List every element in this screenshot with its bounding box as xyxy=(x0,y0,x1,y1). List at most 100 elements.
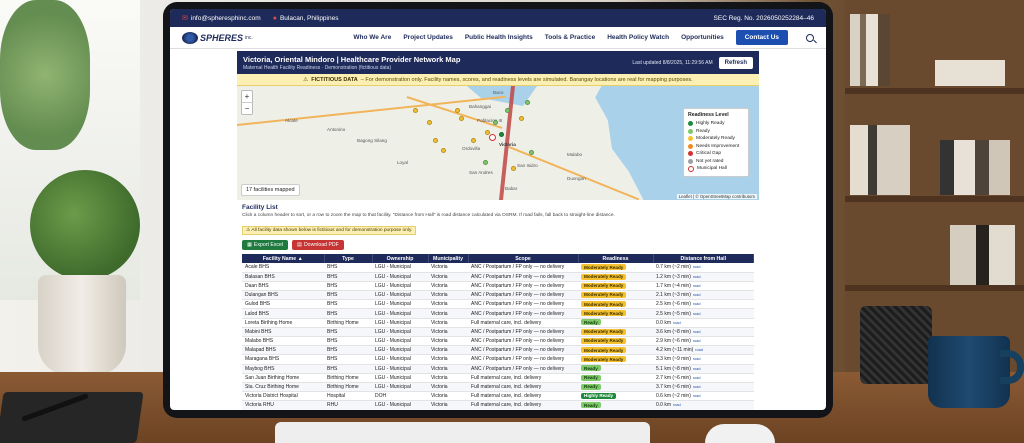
export-excel-button[interactable]: ▦ Export Excel xyxy=(242,240,289,250)
map-place-label: San Isidro xyxy=(517,163,538,168)
col-facility-name[interactable]: Facility Name ▲ xyxy=(242,254,325,263)
facility-marker[interactable] xyxy=(483,160,488,165)
road-tag: road xyxy=(692,283,701,288)
table-row[interactable]: Loreta Birthing Home Birthing Home LGU - M… xyxy=(242,318,754,328)
map-attribution[interactable]: Leaflet | © OpenStreetMap contributors xyxy=(676,194,757,199)
distance-cell: 2.7 km (~6 min) road xyxy=(653,373,754,383)
col-distance[interactable]: Distance from Hall xyxy=(653,254,754,263)
facility-marker[interactable] xyxy=(427,120,432,125)
table-row[interactable]: Victoria RHU RHU LGU - Municipal Victoria Fu… xyxy=(242,400,754,410)
fictitious-data-banner: ⚠ FICTITIOUS DATA – For demonstration on… xyxy=(237,74,759,86)
contact-us-button[interactable]: Contact Us xyxy=(735,30,788,45)
table-row[interactable]: Acale BHS BHS LGU - Municipal Victoria ANC /… xyxy=(242,263,754,273)
table-cell: Daan BHS xyxy=(242,281,324,292)
table-cell: ANC / Postpartum / FP only — no delivery xyxy=(468,272,578,282)
distance-value: 2.7 km (~6 min) xyxy=(656,374,691,381)
readiness-badge: Moderately Ready xyxy=(581,291,627,298)
nav-tools-practice[interactable]: Tools & Practice xyxy=(545,34,595,41)
table-cell: Hospital xyxy=(324,391,372,402)
facility-map[interactable]: + − Baco Bahanggai Alcate Antonino Pobla… xyxy=(237,86,759,200)
table-row[interactable]: Sta. Cruz Birthing Home Birthing Home LGU … xyxy=(242,382,754,393)
col-municipality[interactable]: Municipality xyxy=(428,254,469,263)
table-row[interactable]: Victoria District Hospital Hospital DOH Vic… xyxy=(242,391,754,402)
readiness-badge: Highly Ready xyxy=(581,392,617,399)
municipal-hall-marker[interactable] xyxy=(489,134,496,141)
facility-marker[interactable] xyxy=(441,148,446,153)
table-row[interactable]: Lalod BHS BHS LGU - Municipal Victoria ANC /… xyxy=(242,308,754,319)
facility-marker[interactable] xyxy=(499,132,504,137)
facility-marker[interactable] xyxy=(413,108,418,113)
table-row[interactable]: Mabini BHS BHS LGU - Municipal Victoria ANC … xyxy=(242,327,754,338)
nav-opportunities[interactable]: Opportunities xyxy=(681,34,724,41)
facility-marker[interactable] xyxy=(455,108,460,113)
map-place-label: Duongan xyxy=(567,176,586,181)
zoom-out-button[interactable]: − xyxy=(242,102,252,114)
shelf-board xyxy=(845,196,1024,202)
distance-value: 2.5 km (~6 min) xyxy=(656,301,691,308)
keyboard xyxy=(275,422,650,443)
facility-marker[interactable] xyxy=(493,120,498,125)
table-row[interactable]: Maybog BHS BHS LGU - Municipal Victoria ANC … xyxy=(242,364,754,374)
nav-project-updates[interactable]: Project Updates xyxy=(403,34,453,41)
table-cell: Victoria xyxy=(428,299,468,310)
col-scope[interactable]: Scope xyxy=(468,254,579,263)
mail-icon: ✉ xyxy=(182,15,188,22)
facility-marker[interactable] xyxy=(529,150,534,155)
facility-marker[interactable] xyxy=(519,116,524,121)
table-cell: Maybog BHS xyxy=(242,364,324,374)
facility-marker[interactable] xyxy=(433,138,438,143)
distance-value: 3.3 km (~9 min) xyxy=(656,356,691,363)
distance-cell: 2.9 km (~6 min) road xyxy=(653,336,754,347)
table-cell: Victoria xyxy=(428,272,468,282)
col-readiness[interactable]: Readiness xyxy=(578,254,654,263)
table-cell: BHS xyxy=(324,281,372,292)
col-ownership[interactable]: Ownership xyxy=(372,254,429,263)
table-cell: RHU xyxy=(324,400,372,410)
legend-item: Municipal Hall xyxy=(688,165,744,173)
nav-who-we-are[interactable]: Who We Are xyxy=(353,34,391,41)
table-cell: LGU - Municipal xyxy=(372,308,428,319)
facility-rows: Acale BHS BHS LGU - Municipal Victoria ANC /… xyxy=(242,263,754,410)
nav-public-health-insights[interactable]: Public Health Insights xyxy=(465,34,533,41)
map-place-label: Ordovilla xyxy=(462,146,481,151)
table-row[interactable]: Balasan BHS BHS LGU - Municipal Victoria ANC… xyxy=(242,272,754,282)
table-row[interactable]: Dulangan BHS BHS LGU - Municipal Victoria AN… xyxy=(242,290,754,301)
download-pdf-button[interactable]: ▤ Download PDF xyxy=(292,240,344,250)
road-tag: road xyxy=(673,320,681,325)
readiness-badge: Moderately Ready xyxy=(581,347,627,354)
table-cell: Victoria xyxy=(428,373,468,383)
table-row[interactable]: Maragana BHS BHS LGU - Municipal Victoria AN… xyxy=(242,354,754,365)
table-cell: BHS xyxy=(324,308,372,319)
readiness-cell: Moderately Ready xyxy=(578,308,653,319)
facility-marker[interactable] xyxy=(511,166,516,171)
table-cell: ANC / Postpartum / FP only — no delivery xyxy=(468,290,578,301)
municipal-hall-icon xyxy=(688,165,694,172)
legend-item: Critical Gap xyxy=(688,150,744,158)
table-row[interactable]: San Juan Birthing Home Birthing Home LGU -… xyxy=(242,373,754,383)
table-row[interactable]: Gulod BHS BHS LGU - Municipal Victoria ANC /… xyxy=(242,299,754,310)
table-row[interactable]: Malabo BHS BHS LGU - Municipal Victoria ANC … xyxy=(242,336,754,347)
col-type[interactable]: Type xyxy=(324,254,373,263)
email-contact[interactable]: ✉ info@spheresphinc.com xyxy=(182,14,261,23)
table-cell: Victoria xyxy=(428,263,468,273)
table-cell: Full maternal care, incl. delivery xyxy=(468,391,578,402)
table-row[interactable]: Malapad BHS BHS LGU - Municipal Victoria ANC… xyxy=(242,345,754,356)
books xyxy=(950,225,1015,285)
facility-marker[interactable] xyxy=(505,108,510,113)
facility-marker[interactable] xyxy=(525,100,530,105)
refresh-button[interactable]: Refresh xyxy=(718,56,753,69)
logo-globe-icon xyxy=(182,31,198,44)
table-row[interactable]: Daan BHS BHS LGU - Municipal Victoria ANC / … xyxy=(242,281,754,292)
zoom-in-button[interactable]: + xyxy=(242,91,252,102)
table-cell: Malabo BHS xyxy=(242,336,324,347)
nav-health-policy-watch[interactable]: Health Policy Watch xyxy=(607,34,669,41)
spreadsheet-icon: ▦ xyxy=(247,242,252,248)
facility-marker[interactable] xyxy=(471,138,476,143)
readiness-badge: Moderately Ready xyxy=(581,301,627,308)
document-icon: ▤ xyxy=(297,242,302,248)
facility-marker[interactable] xyxy=(459,116,464,121)
logo[interactable]: SPHERES inc. xyxy=(182,31,253,44)
table-cell: LGU - Municipal xyxy=(372,290,428,301)
search-icon[interactable] xyxy=(806,33,814,42)
table-cell: LGU - Municipal xyxy=(372,382,428,393)
